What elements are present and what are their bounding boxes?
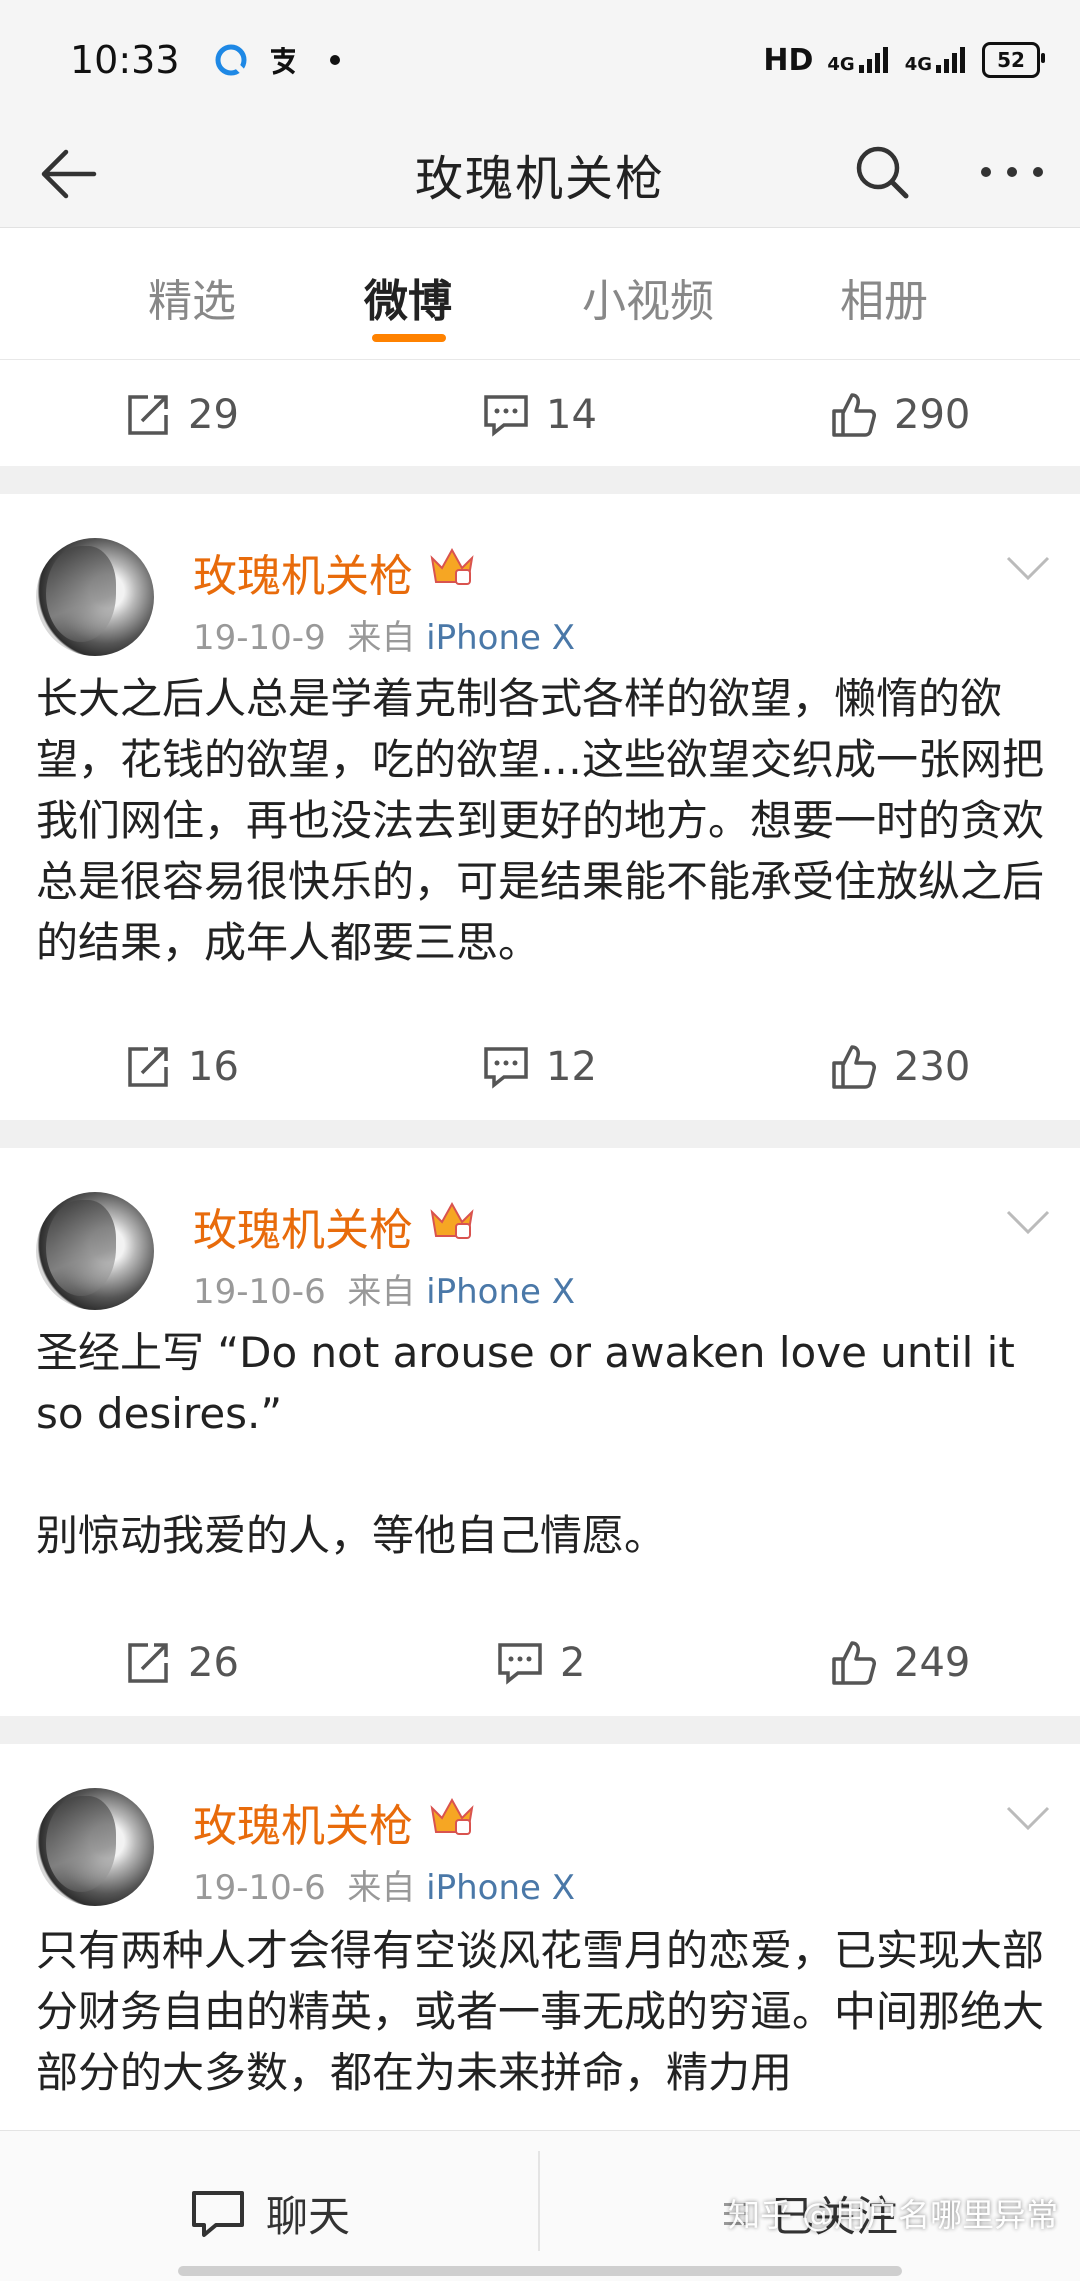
weibo-post[interactable]: 玫瑰机关枪 19-10-6 来自 iPhone X 只有两种人才会得有空谈风花雪… — [0, 1744, 1080, 2130]
watermark: 知乎 @用户名哪里异常 — [728, 2196, 1059, 2234]
comment-count: 12 — [546, 1044, 597, 1090]
comment-count: 2 — [560, 1640, 586, 1686]
notification-dot-icon — [318, 43, 352, 77]
chat-label: 聊天 — [266, 2192, 351, 2241]
chat-icon — [192, 2190, 244, 2237]
like-count: 230 — [894, 1044, 971, 1090]
thumbs-up-icon — [832, 1641, 876, 1685]
repost-button[interactable]: 29 — [124, 360, 239, 470]
chevron-down-icon[interactable] — [1004, 1206, 1052, 1238]
hd-label: HD — [763, 42, 814, 78]
signal-4g-2: 4G — [905, 45, 968, 75]
post-meta: 19-10-6 来自 iPhone X — [193, 1860, 575, 1909]
avatar[interactable] — [36, 1192, 154, 1310]
repost-count: 29 — [188, 392, 239, 438]
post-author[interactable]: 玫瑰机关枪 — [193, 1194, 413, 1258]
page-title: 玫瑰机关枪 — [414, 150, 665, 207]
like-button[interactable]: 230 — [830, 1012, 970, 1122]
like-button[interactable]: 249 — [830, 1608, 970, 1718]
repost-button[interactable]: 26 — [124, 1608, 239, 1718]
active-tab-indicator — [372, 334, 446, 342]
signal-bars-icon — [936, 47, 965, 73]
weibo-post[interactable]: 玫瑰机关枪 19-10-9 来自 iPhone X 长大之后人总是学着克制各式各… — [0, 494, 1080, 1122]
chevron-down-icon[interactable] — [1004, 552, 1052, 584]
like-count: 249 — [894, 1640, 971, 1686]
more-icon[interactable] — [972, 140, 1052, 204]
vip-crown-icon — [430, 547, 474, 585]
post-actions: 26 2 249 — [0, 1608, 1080, 1718]
divider — [538, 2151, 540, 2251]
post-date: 19-10-6 — [193, 1272, 326, 1312]
tab-album[interactable]: 相册 — [840, 265, 928, 329]
feed-separator — [0, 466, 1080, 494]
status-time: 10:33 — [70, 38, 180, 82]
post-meta: 19-10-6 来自 iPhone X — [193, 1264, 575, 1313]
comment-icon — [498, 1643, 542, 1685]
comment-count: 14 — [546, 392, 597, 438]
repost-count: 16 — [188, 1044, 239, 1090]
back-arrow-icon[interactable] — [36, 142, 100, 206]
top-nav-bar: 玫瑰机关枪 — [0, 120, 1080, 228]
post-source[interactable]: iPhone X — [426, 1868, 575, 1908]
signal-4g-1: 4G — [827, 45, 890, 75]
like-button[interactable]: 290 — [830, 360, 970, 470]
chat-button[interactable]: 聊天 — [190, 2183, 350, 2244]
alipay-icon — [266, 43, 300, 77]
post-meta: 19-10-9 来自 iPhone X — [193, 610, 575, 659]
comment-button[interactable]: 14 — [482, 360, 597, 470]
chevron-down-icon[interactable] — [1004, 1802, 1052, 1834]
post-text: 圣经上写 “Do not arouse or awaken love until… — [36, 1328, 1015, 1560]
source-prefix: 来自 — [347, 1272, 416, 1312]
vip-crown-icon — [430, 1201, 474, 1239]
post-actions: 16 12 230 — [0, 1012, 1080, 1122]
repost-button[interactable]: 16 — [124, 1012, 239, 1122]
repost-icon — [128, 1643, 168, 1683]
feed-separator — [0, 1716, 1080, 1744]
post-source[interactable]: iPhone X — [426, 1272, 575, 1312]
comment-button[interactable]: 12 — [482, 1012, 597, 1122]
comment-icon — [484, 1047, 528, 1089]
post-actions: 29 14 290 — [0, 360, 1080, 470]
vip-crown-icon — [430, 1797, 474, 1835]
search-icon[interactable] — [850, 140, 914, 204]
signal-bars-icon — [858, 47, 888, 73]
profile-tabs: 精选 微博 小视频 相册 — [0, 229, 1080, 360]
battery-icon: 52 — [982, 42, 1045, 78]
like-count: 290 — [894, 392, 971, 438]
source-prefix: 来自 — [347, 618, 416, 658]
comment-button[interactable]: 2 — [496, 1608, 585, 1718]
post-date: 19-10-9 — [193, 618, 326, 658]
post-date: 19-10-6 — [193, 1868, 326, 1908]
weibo-post[interactable]: 玫瑰机关枪 19-10-6 来自 iPhone X 圣经上写 “Do not a… — [0, 1148, 1080, 1718]
source-prefix: 来自 — [347, 1868, 416, 1908]
tab-short-video[interactable]: 小视频 — [582, 265, 714, 329]
avatar[interactable] — [36, 538, 154, 656]
thumbs-up-icon — [832, 393, 876, 437]
qq-browser-icon — [214, 43, 248, 77]
status-bar: 10:33 HD 4G 4G 52 — [0, 0, 1080, 120]
thumbs-up-icon — [832, 1045, 876, 1089]
post-author[interactable]: 玫瑰机关枪 — [193, 1790, 413, 1854]
post-source[interactable]: iPhone X — [426, 618, 575, 658]
repost-count: 26 — [188, 1640, 239, 1686]
repost-icon — [128, 395, 168, 435]
avatar[interactable] — [36, 1788, 154, 1906]
post-text: 只有两种人才会得有空谈风花雪月的恋爱，已实现大部分财务自由的精英，或者一事无成的… — [36, 1926, 1045, 2097]
tab-featured[interactable]: 精选 — [148, 265, 236, 329]
post-author[interactable]: 玫瑰机关枪 — [193, 540, 413, 604]
feed-separator — [0, 1120, 1080, 1148]
post-text: 长大之后人总是学着克制各式各样的欲望，懒惰的欲望，花钱的欲望，吃的欲望…这些欲望… — [36, 674, 1045, 967]
comment-icon — [484, 395, 528, 437]
tab-weibo[interactable]: 微博 — [364, 265, 452, 329]
home-indicator[interactable] — [178, 2266, 902, 2276]
repost-icon — [128, 1047, 168, 1087]
